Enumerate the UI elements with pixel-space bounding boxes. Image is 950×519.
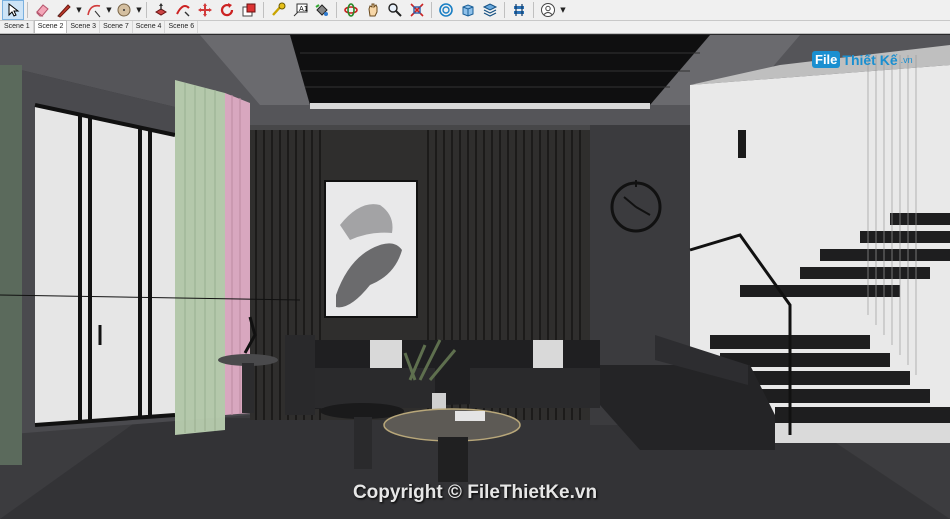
- chevron-down-icon[interactable]: ▼: [559, 0, 567, 20]
- toolbar-separator: [431, 2, 432, 18]
- select-icon[interactable]: [2, 0, 24, 20]
- tab-scene-7[interactable]: Scene 7: [100, 21, 133, 33]
- chevron-down-icon[interactable]: ▼: [105, 0, 113, 20]
- logo-brand-text: Thiết Kế: [842, 51, 898, 68]
- light-strip: [310, 103, 650, 109]
- tab-scene-3[interactable]: Scene 3: [67, 21, 101, 33]
- toolbar-separator: [533, 2, 534, 18]
- scene-tabs: Scene 1 Scene 2 Scene 3 Scene 7 Scene 4 …: [0, 20, 950, 34]
- tab-scene-4[interactable]: Scene 4: [133, 21, 166, 33]
- rotate-icon[interactable]: [216, 0, 238, 20]
- toolbar-separator: [336, 2, 337, 18]
- chevron-down-icon[interactable]: ▼: [135, 0, 143, 20]
- text-icon[interactable]: A1: [289, 0, 311, 20]
- pan-icon[interactable]: [362, 0, 384, 20]
- scale-icon[interactable]: [238, 0, 260, 20]
- main-toolbar: ▼ ▼ ▼ A1 ▼: [0, 0, 950, 21]
- glass-door: [35, 105, 175, 425]
- push-pull-icon[interactable]: [150, 0, 172, 20]
- tab-scene-6[interactable]: Scene 6: [165, 21, 199, 33]
- toolbar-separator: [146, 2, 147, 18]
- tab-scene-1[interactable]: Scene 1: [1, 21, 34, 33]
- copyright-watermark: Copyright © FileThietKe.vn: [352, 482, 598, 503]
- living-room-render: [0, 35, 950, 519]
- arc-icon[interactable]: [83, 0, 105, 20]
- move-icon[interactable]: [194, 0, 216, 20]
- zoom-icon[interactable]: [384, 0, 406, 20]
- follow-me-icon[interactable]: [172, 0, 194, 20]
- extension-manager-icon[interactable]: [508, 0, 530, 20]
- toolbar-separator: [263, 2, 264, 18]
- eraser-icon[interactable]: [31, 0, 53, 20]
- tape-measure-icon[interactable]: [267, 0, 289, 20]
- svg-text:A1: A1: [299, 5, 308, 13]
- ceiling-recess: [290, 35, 710, 105]
- zoom-extents-icon[interactable]: [406, 0, 428, 20]
- logo-domain-text: .vn: [900, 54, 913, 65]
- extension-warehouse-icon[interactable]: [457, 0, 479, 20]
- warehouse-icon[interactable]: [435, 0, 457, 20]
- toolbar-separator: [504, 2, 505, 18]
- paint-bucket-icon[interactable]: [311, 0, 333, 20]
- chevron-down-icon[interactable]: ▼: [75, 0, 83, 20]
- site-logo: File Thiết Kế .vn: [812, 51, 913, 68]
- cushion-white: [533, 340, 563, 368]
- sketchup-window: ▼ ▼ ▼ A1 ▼ Scene 1 Scene 2 Scene 3 Scene…: [0, 0, 950, 519]
- shape-circle-icon[interactable]: [113, 0, 135, 20]
- cushion-white: [370, 340, 402, 368]
- orbit-icon[interactable]: [340, 0, 362, 20]
- curtain-green: [175, 80, 225, 435]
- wall-sconce: [738, 130, 746, 158]
- model-viewport[interactable]: File Thiết Kế .vn Copyright © FileThietK…: [0, 35, 950, 519]
- curtain-left: [0, 65, 22, 465]
- pencil-line-icon[interactable]: [53, 0, 75, 20]
- tab-scene-2[interactable]: Scene 2: [33, 20, 68, 33]
- logo-file-text: File: [812, 51, 841, 68]
- account-icon[interactable]: [537, 0, 559, 20]
- layers-icon[interactable]: [479, 0, 501, 20]
- toolbar-separator: [27, 2, 28, 18]
